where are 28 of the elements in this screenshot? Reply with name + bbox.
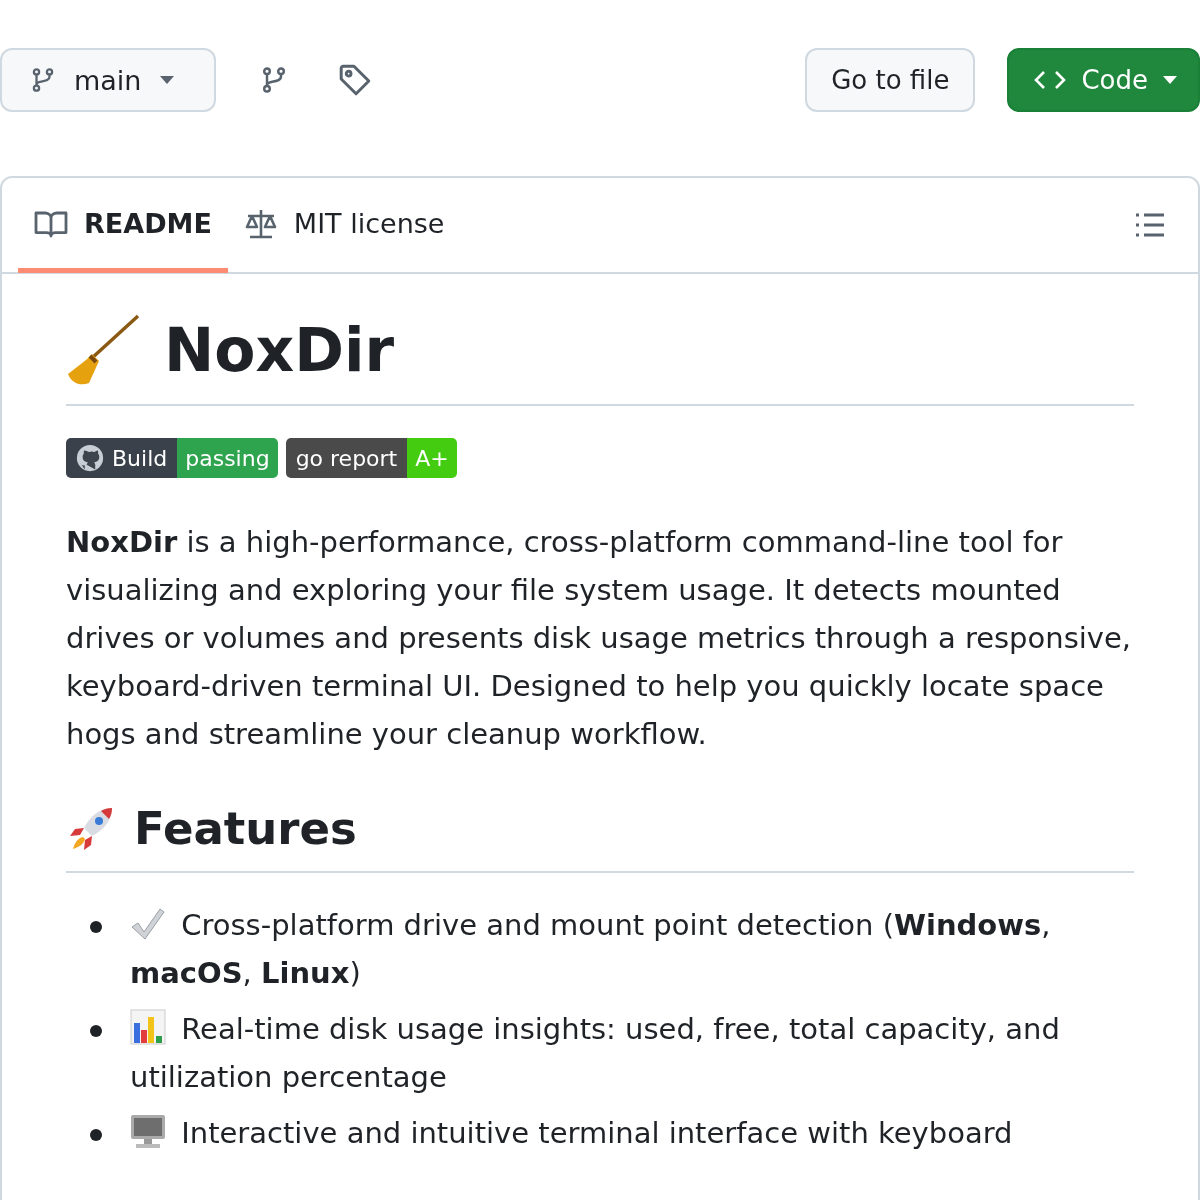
branch-icon <box>30 65 56 95</box>
branch-selector[interactable]: main <box>0 48 216 112</box>
github-icon <box>76 444 104 472</box>
caret-icon <box>1162 75 1178 85</box>
computer-icon <box>130 1113 166 1149</box>
outline-list-icon[interactable] <box>1134 211 1166 239</box>
book-icon <box>34 209 68 238</box>
code-icon <box>1033 69 1068 91</box>
branch-icon[interactable] <box>260 64 288 96</box>
feature-item: Real-time disk usage insights: used, free, total capacity, and utilization percentage <box>130 1005 1134 1101</box>
feature-item: Interactive and intuitive terminal interface with keyboard <box>130 1109 1013 1157</box>
bullet <box>90 1025 102 1037</box>
code-button[interactable]: Code <box>1007 48 1200 112</box>
tag-icon[interactable] <box>338 63 372 97</box>
checkmark-icon <box>130 907 166 941</box>
intro-paragraph: NoxDir is a high-performance, cross-platform command-line tool for visualizing and exploring your file system usage. It detects mounted drives or volumes and presents disk usage metrics through a responsive, keyboard-driven terminal UI. Designed to help you quickly locate space hogs and streamline your cleanup workflow. <box>66 524 1133 753</box>
go-to-file-button[interactable]: Go to file <box>805 48 976 112</box>
bar-chart-icon <box>130 1009 166 1045</box>
bullet <box>90 1129 102 1141</box>
features-heading: Features <box>134 802 357 855</box>
readme-title: NoxDir <box>164 315 395 385</box>
broom-icon <box>66 314 142 386</box>
bullet <box>90 921 102 933</box>
tab[interactable]: README <box>18 179 228 273</box>
scale-icon <box>243 207 278 240</box>
caret-icon <box>159 75 176 85</box>
tab[interactable]: MIT license <box>227 179 461 273</box>
feature-item: Cross-platform drive and mount point detection (Windows, macOS, Linux) <box>130 906 1052 992</box>
